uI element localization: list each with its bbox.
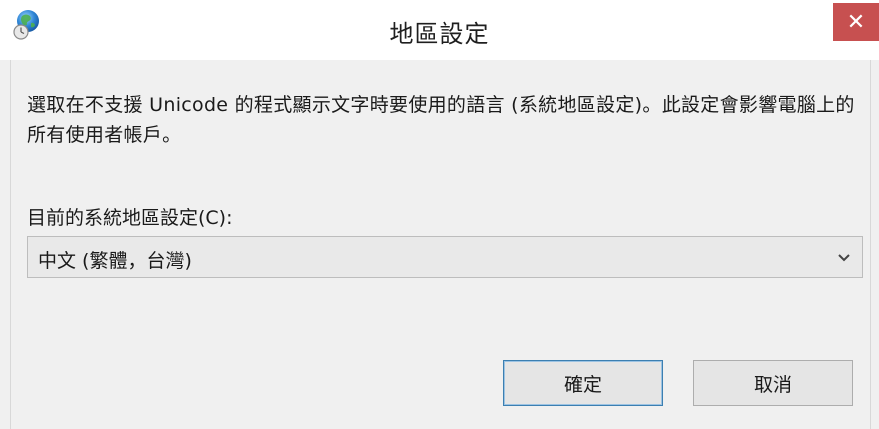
current-locale-label: 目前的系統地區設定(C): <box>27 207 233 229</box>
region-settings-dialog: 地區設定 ✕ 選取在不支援 Unicode 的程式顯示文字時要使用的語言 (系統… <box>0 0 879 429</box>
close-icon: ✕ <box>846 9 866 35</box>
selected-locale-value: 中文 (繁體，台灣) <box>38 250 192 272</box>
system-locale-dropdown[interactable]: 中文 (繁體，台灣) <box>27 236 863 278</box>
dialog-title: 地區設定 <box>389 20 490 48</box>
description-text: 選取在不支援 Unicode 的程式顯示文字時要使用的語言 (系統地區設定)。此… <box>27 94 855 146</box>
chevron-down-icon <box>838 254 850 262</box>
close-button[interactable]: ✕ <box>833 3 879 41</box>
dialog-content: 選取在不支援 Unicode 的程式顯示文字時要使用的語言 (系統地區設定)。此… <box>10 60 871 429</box>
title-bar: 地區設定 ✕ <box>0 0 879 60</box>
ok-button[interactable]: 確定 <box>503 360 663 406</box>
cancel-button[interactable]: 取消 <box>693 360 853 406</box>
